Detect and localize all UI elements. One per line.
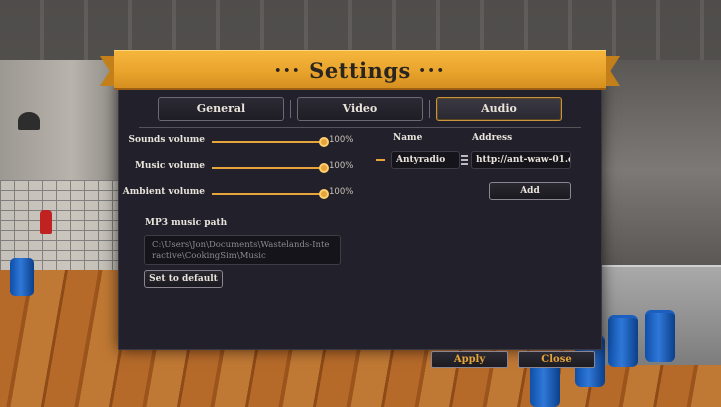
tab-video[interactable]: Video bbox=[297, 97, 423, 121]
tab-separator bbox=[429, 100, 430, 118]
set-to-default-button[interactable]: Set to default bbox=[144, 270, 223, 288]
drag-handle-icon[interactable] bbox=[461, 155, 468, 165]
music-volume-slider[interactable] bbox=[212, 163, 329, 173]
add-station-button[interactable]: Add bbox=[489, 182, 571, 200]
sounds-volume-label: Sounds volume bbox=[128, 135, 205, 145]
page-title-text: Settings bbox=[309, 58, 411, 83]
ambient-volume-value: 100% bbox=[329, 187, 354, 197]
music-volume-label: Music volume bbox=[134, 161, 205, 171]
name-column-header: Name bbox=[393, 133, 423, 143]
ceiling-lamp bbox=[18, 112, 40, 130]
mp3-path-label: MP3 music path bbox=[145, 218, 228, 228]
address-column-header: Address bbox=[472, 133, 513, 143]
gas-cylinder bbox=[10, 258, 34, 296]
remove-icon[interactable] bbox=[376, 159, 385, 161]
slider-fill bbox=[212, 141, 324, 143]
tab-bar: General Video Audio bbox=[158, 97, 562, 121]
close-button[interactable]: Close bbox=[518, 351, 595, 368]
slider-knob[interactable] bbox=[319, 189, 329, 199]
sounds-volume-value: 100% bbox=[329, 135, 354, 145]
ambient-volume-slider[interactable] bbox=[212, 189, 329, 199]
radio-station-row: Antyradio http://ant-waw-01.cd bbox=[376, 151, 576, 169]
slider-knob[interactable] bbox=[319, 163, 329, 173]
title-ornament-right: ••• bbox=[418, 64, 446, 77]
gas-cylinder bbox=[608, 315, 638, 367]
station-address-field[interactable]: http://ant-waw-01.cd bbox=[471, 151, 571, 169]
tab-separator bbox=[290, 100, 291, 118]
banner-body: ••• Settings ••• bbox=[114, 50, 606, 90]
station-name-field[interactable]: Antyradio bbox=[391, 151, 460, 169]
gas-cylinder bbox=[645, 310, 675, 362]
slider-fill bbox=[212, 193, 324, 195]
tab-audio[interactable]: Audio bbox=[436, 97, 562, 121]
ambient-volume-label: Ambient volume bbox=[122, 187, 205, 197]
mp3-path-field[interactable]: C:\Users\Jon\Documents\Wastelands-Intera… bbox=[144, 235, 341, 265]
slider-knob[interactable] bbox=[319, 137, 329, 147]
title-ornament-left: ••• bbox=[274, 64, 302, 77]
slider-fill bbox=[212, 167, 324, 169]
title-banner: ••• Settings ••• bbox=[100, 50, 620, 90]
music-volume-row: Music volume 100% bbox=[120, 160, 360, 176]
sounds-volume-row: Sounds volume 100% bbox=[120, 134, 360, 150]
music-volume-value: 100% bbox=[329, 161, 354, 171]
tab-divider bbox=[139, 127, 581, 128]
sounds-volume-slider[interactable] bbox=[212, 137, 329, 147]
ambient-volume-row: Ambient volume 100% bbox=[120, 186, 360, 202]
apply-button[interactable]: Apply bbox=[431, 351, 508, 368]
tab-general[interactable]: General bbox=[158, 97, 284, 121]
fire-extinguisher bbox=[40, 210, 52, 234]
page-title: ••• Settings ••• bbox=[114, 58, 606, 83]
background-kitchen bbox=[600, 60, 721, 280]
